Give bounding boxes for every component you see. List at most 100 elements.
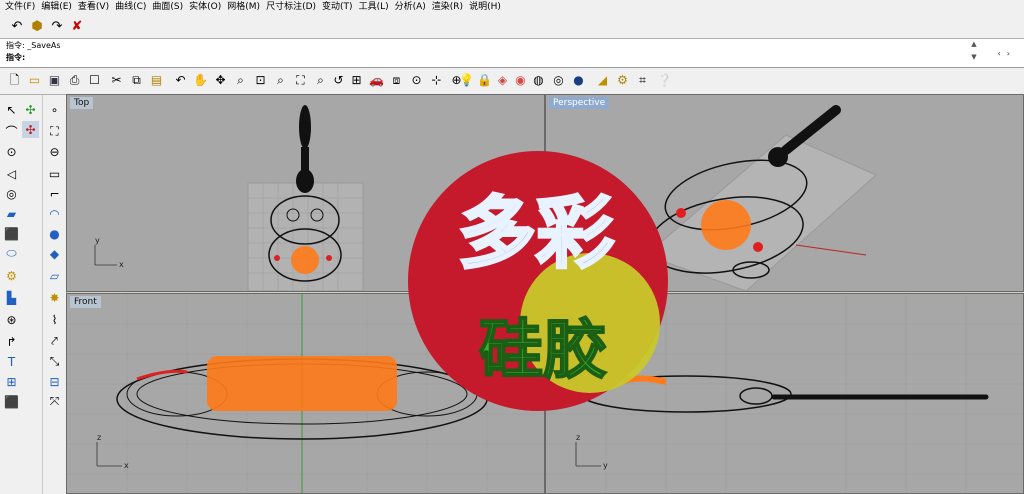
boolean-union-icon[interactable]: ⊛ — [3, 311, 20, 328]
paste-icon[interactable]: ▤ — [148, 72, 165, 89]
rectangle-corner-icon[interactable]: ▭ — [46, 165, 63, 182]
zoom-extents-icon[interactable]: ⌕ — [272, 72, 289, 89]
viewport-front-label[interactable]: Front — [70, 296, 101, 308]
layer-icon[interactable]: ☐ — [86, 72, 103, 89]
menu-file[interactable]: 文件(F) — [0, 0, 38, 14]
front-coin-band — [207, 356, 397, 411]
command-nav-arrows-icon[interactable]: ‹› — [998, 49, 1016, 58]
open-folder-icon[interactable]: ▭ — [26, 72, 43, 89]
array-icon[interactable]: ⊞ — [3, 373, 20, 390]
menu-curve[interactable]: 曲线(C) — [112, 0, 149, 14]
trim-icon[interactable]: ⌇ — [46, 311, 63, 328]
new-file-icon[interactable]: 🗋 — [6, 72, 23, 89]
menu-dimension[interactable]: 尺寸标注(D) — [263, 0, 319, 14]
perspective-paw-left — [676, 208, 686, 218]
zoom-target-icon[interactable]: ⌕ — [312, 72, 329, 89]
menu-help[interactable]: 说明(H) — [466, 0, 504, 14]
history-scroll-up-icon[interactable]: ▲ — [969, 40, 979, 50]
scale-icon[interactable]: ⤧ — [46, 393, 63, 410]
copy-icon[interactable]: ⧉ — [128, 72, 145, 89]
top-axis-y-label: y — [95, 236, 100, 245]
arc-icon[interactable]: ◁ — [3, 165, 20, 182]
menu-tools[interactable]: 工具(L) — [356, 0, 392, 14]
explode-icon[interactable]: ✸ — [46, 289, 63, 306]
transform-gumball-icon[interactable]: ✣ — [22, 121, 39, 138]
delete-icon[interactable]: ✘ — [68, 17, 86, 35]
rectangle-icon[interactable]: ⛶ — [46, 123, 63, 140]
zoom-window-icon[interactable]: ⊡ — [252, 72, 269, 89]
split-icon[interactable]: ⤡ — [46, 353, 63, 370]
four-viewports-icon[interactable]: ⊞ — [348, 72, 365, 89]
menu-view[interactable]: 查看(V) — [75, 0, 112, 14]
menu-solid[interactable]: 实体(O) — [186, 0, 224, 14]
logo-text-line2: 硅胶 — [479, 314, 607, 388]
help-icon[interactable]: ❔ — [656, 72, 673, 89]
shaded-sphere-icon[interactable]: ◍ — [530, 72, 547, 89]
command-prompt[interactable]: 指令: — [6, 52, 25, 63]
menu-edit[interactable]: 编辑(E) — [38, 0, 75, 14]
menu-surface[interactable]: 曲面(S) — [149, 0, 186, 14]
point-icon[interactable]: ∘ — [46, 101, 63, 118]
top-grid-area — [247, 182, 364, 291]
sweep-surface-icon[interactable]: ◠ — [46, 205, 63, 222]
options-gear-icon[interactable]: ⚙ — [614, 72, 631, 89]
box-solid-icon[interactable]: ⬛ — [3, 225, 20, 242]
construction-plane-icon[interactable]: ⧈ — [388, 72, 405, 89]
rendered-sphere-icon[interactable]: ● — [570, 72, 587, 89]
undo-tool-icon[interactable]: ↶ — [172, 72, 189, 89]
block-icon[interactable]: ⬛ — [3, 393, 20, 410]
snap-settings-icon[interactable]: ⌗ — [634, 72, 651, 89]
rotate-view-icon[interactable]: ✥ — [212, 72, 229, 89]
lock-icon[interactable]: 🔒 — [476, 72, 493, 89]
undo-view-icon[interactable]: ↺ — [330, 72, 347, 89]
fillet-curve-icon[interactable]: ↱ — [3, 333, 20, 350]
command-history-label: 指令: — [6, 41, 25, 50]
loft-icon[interactable]: ▱ — [46, 267, 63, 284]
polyline-icon[interactable]: ⌒ — [3, 123, 20, 140]
viewport-top-label[interactable]: Top — [70, 97, 94, 109]
perspective-x-axis — [795, 244, 867, 256]
cplane-icon[interactable]: ⊙ — [408, 72, 425, 89]
fillet-icon[interactable]: ⌐ — [46, 185, 63, 202]
cylinder-icon[interactable]: ⬭ — [3, 245, 20, 262]
ellipse-icon[interactable]: ◎ — [3, 185, 20, 202]
command-history: 指令: _SaveAs — [6, 40, 61, 51]
color-wheel-icon[interactable]: ◉ — [512, 72, 529, 89]
grid-snap-icon[interactable]: ⊹ — [428, 72, 445, 89]
cut-icon[interactable]: ✂ — [108, 72, 125, 89]
light-bulb-icon[interactable]: 💡 — [458, 72, 475, 89]
viewport-perspective-label[interactable]: Perspective — [549, 97, 610, 109]
text-tool-icon[interactable]: T — [3, 353, 20, 370]
extrude-icon[interactable]: ▙ — [3, 289, 20, 306]
print-icon[interactable]: ⎙ — [66, 72, 83, 89]
join-icon[interactable]: ⤤ — [46, 333, 63, 350]
surface-icon[interactable]: ▰ — [3, 205, 20, 222]
boolean-icon[interactable]: ⚙ — [3, 267, 20, 284]
menu-render[interactable]: 渲染(R) — [429, 0, 466, 14]
sphere-icon[interactable]: ● — [46, 225, 63, 242]
right-axis-y-label: y — [603, 461, 608, 470]
object-icon[interactable]: ⬢ — [28, 17, 46, 35]
menu-mesh[interactable]: 网格(M) — [224, 0, 263, 14]
circle-center-icon[interactable]: ⊖ — [46, 143, 63, 160]
menu-analyze[interactable]: 分析(A) — [392, 0, 429, 14]
axis-gumball-icon[interactable]: ✣ — [22, 101, 39, 118]
select-arrow-icon[interactable]: ↖ — [3, 101, 20, 118]
top-coin — [291, 246, 319, 274]
spotlight-icon[interactable]: ◢ — [594, 72, 611, 89]
zoom-dynamic-icon[interactable]: ⌕ — [232, 72, 249, 89]
save-icon[interactable]: ▣ — [46, 72, 63, 89]
move-icon[interactable]: ⊟ — [46, 373, 63, 390]
car-icon[interactable]: 🚗 — [368, 72, 385, 89]
history-scroll-down-icon[interactable]: ▼ — [969, 53, 979, 63]
menu-transform[interactable]: 变动(T) — [319, 0, 356, 14]
material-icon[interactable]: ◈ — [494, 72, 511, 89]
undo-icon[interactable]: ↶ — [8, 17, 26, 35]
pan-hand-icon[interactable]: ✋ — [192, 72, 209, 89]
top-neck — [296, 169, 314, 193]
redo-icon[interactable]: ↷ — [48, 17, 66, 35]
render-sphere-icon[interactable]: ◎ — [550, 72, 567, 89]
zoom-selected-icon[interactable]: ⛶ — [292, 72, 309, 89]
mesh-plane-icon[interactable]: ◆ — [46, 245, 63, 262]
circle-icon[interactable]: ⊙ — [3, 143, 20, 160]
